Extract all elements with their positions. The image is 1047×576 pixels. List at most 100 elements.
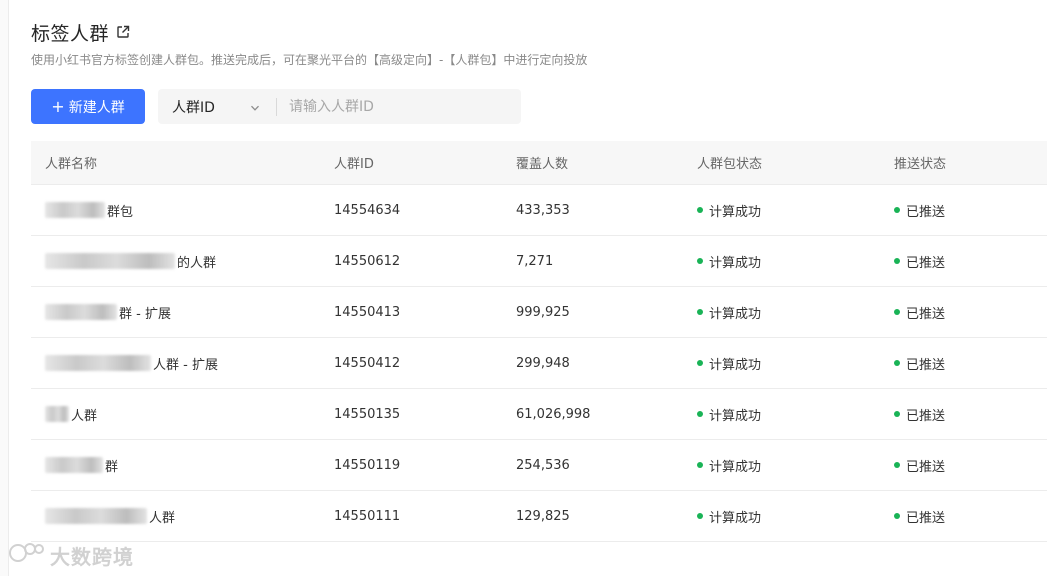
cell-coverage: 61,026,998 bbox=[516, 406, 591, 422]
filter-select[interactable]: 人群ID bbox=[158, 89, 276, 124]
column-header-coverage: 覆盖人数 bbox=[516, 157, 569, 172]
audience-name: 人群 bbox=[149, 510, 176, 526]
push-status: 已推送 bbox=[894, 201, 1047, 220]
audience-id-search-input[interactable] bbox=[277, 89, 521, 124]
cell-name: 群 bbox=[31, 455, 321, 475]
watermark-logo-icon bbox=[8, 540, 46, 570]
cell-push-status: 已推送 bbox=[882, 456, 1047, 475]
new-audience-button-label: 新建人群 bbox=[68, 99, 125, 116]
table-header: 人群名称 人群ID 覆盖人数 人群包状态 推送状态 bbox=[31, 141, 1047, 185]
cell-coverage: 433,353 bbox=[516, 202, 570, 218]
watermark: 大数跨境 bbox=[8, 540, 134, 570]
success-dot-icon bbox=[894, 360, 900, 366]
cell-push-status: 已推送 bbox=[882, 252, 1047, 271]
column-header-name: 人群名称 bbox=[45, 157, 98, 172]
success-dot-icon bbox=[894, 258, 900, 264]
cell-id: 14550413 bbox=[334, 304, 401, 320]
cell-name: 人群 - 扩展 bbox=[31, 353, 321, 373]
push-status: 已推送 bbox=[894, 303, 1047, 322]
column-header-pack-status: 人群包状态 bbox=[697, 157, 763, 172]
push-status: 已推送 bbox=[894, 456, 1047, 475]
plus-icon: + bbox=[51, 96, 65, 116]
cell-name: 人群 bbox=[31, 404, 321, 424]
table-row[interactable]: 群 - 扩展 14550413 999,925 计算成功 已推送 bbox=[31, 287, 1047, 338]
search-group: 人群ID bbox=[158, 89, 521, 124]
cell-pack-status: 计算成功 bbox=[683, 354, 882, 373]
cell-name: 群 - 扩展 bbox=[31, 302, 321, 322]
cell-id: 14550119 bbox=[334, 457, 401, 473]
cell-pack-status: 计算成功 bbox=[683, 507, 882, 526]
success-dot-icon bbox=[697, 258, 703, 264]
pack-status: 计算成功 bbox=[697, 405, 882, 424]
pack-status: 计算成功 bbox=[697, 252, 882, 271]
pack-status: 计算成功 bbox=[697, 303, 882, 322]
cell-coverage: 129,825 bbox=[516, 508, 570, 524]
cell-name: 人群 bbox=[31, 506, 321, 526]
table-row[interactable]: 人群 14550135 61,026,998 计算成功 已推送 bbox=[31, 389, 1047, 440]
column-header-push-status: 推送状态 bbox=[894, 157, 947, 172]
pack-status-text: 计算成功 bbox=[709, 306, 762, 322]
success-dot-icon bbox=[697, 411, 703, 417]
redacted-text bbox=[45, 253, 175, 269]
cell-coverage: 299,948 bbox=[516, 355, 570, 371]
audience-name: 人群 bbox=[71, 408, 98, 424]
audience-name: 群 - 扩展 bbox=[119, 306, 171, 322]
name-cell: 群 - 扩展 bbox=[45, 302, 321, 322]
table-row[interactable]: 人群 - 扩展 14550412 299,948 计算成功 已推送 bbox=[31, 338, 1047, 389]
table-row[interactable]: 人群 14550111 129,825 计算成功 已推送 bbox=[31, 491, 1047, 542]
audience-table: 人群名称 人群ID 覆盖人数 人群包状态 推送状态 群包 14554634 43… bbox=[31, 141, 1047, 542]
pack-status-text: 计算成功 bbox=[709, 204, 762, 220]
audience-name: 的人群 bbox=[177, 255, 217, 271]
redacted-text bbox=[45, 202, 105, 218]
cell-id: 14554634 bbox=[334, 202, 401, 218]
push-status: 已推送 bbox=[894, 507, 1047, 526]
cell-name: 的人群 bbox=[31, 251, 321, 271]
table-row[interactable]: 的人群 14550612 7,271 计算成功 已推送 bbox=[31, 236, 1047, 287]
success-dot-icon bbox=[894, 462, 900, 468]
cell-push-status: 已推送 bbox=[882, 405, 1047, 424]
audience-name: 群 bbox=[105, 459, 119, 475]
name-cell: 的人群 bbox=[45, 251, 321, 271]
watermark-text: 大数跨境 bbox=[50, 544, 134, 569]
success-dot-icon bbox=[697, 207, 703, 213]
redacted-text bbox=[45, 457, 103, 473]
new-audience-button[interactable]: + 新建人群 bbox=[31, 89, 145, 124]
name-cell: 人群 - 扩展 bbox=[45, 353, 321, 373]
cell-id: 14550135 bbox=[334, 406, 401, 422]
pack-status: 计算成功 bbox=[697, 456, 882, 475]
audience-name: 人群 - 扩展 bbox=[153, 357, 218, 373]
name-cell: 群包 bbox=[45, 200, 321, 220]
external-link-icon[interactable] bbox=[115, 24, 131, 40]
pack-status: 计算成功 bbox=[697, 507, 882, 526]
success-dot-icon bbox=[697, 462, 703, 468]
page: 标签人群 使用小红书官方标签创建人群包。推送完成后，可在聚光平台的【高级定向】-… bbox=[0, 0, 1047, 576]
cell-pack-status: 计算成功 bbox=[683, 303, 882, 322]
redacted-text bbox=[45, 355, 151, 371]
cell-push-status: 已推送 bbox=[882, 201, 1047, 220]
cell-push-status: 已推送 bbox=[882, 354, 1047, 373]
cell-id: 14550111 bbox=[334, 508, 401, 524]
pack-status-text: 计算成功 bbox=[709, 255, 762, 271]
left-nav-edge bbox=[0, 0, 9, 576]
pack-status: 计算成功 bbox=[697, 201, 882, 220]
cell-pack-status: 计算成功 bbox=[683, 405, 882, 424]
cell-push-status: 已推送 bbox=[882, 303, 1047, 322]
cell-push-status: 已推送 bbox=[882, 507, 1047, 526]
table-row[interactable]: 群 14550119 254,536 计算成功 已推送 bbox=[31, 440, 1047, 491]
push-status: 已推送 bbox=[894, 354, 1047, 373]
success-dot-icon bbox=[894, 411, 900, 417]
name-cell: 群 bbox=[45, 455, 321, 475]
redacted-text bbox=[45, 508, 147, 524]
cell-coverage: 999,925 bbox=[516, 304, 570, 320]
name-cell: 人群 bbox=[45, 506, 321, 526]
name-cell: 人群 bbox=[45, 404, 321, 424]
push-status-text: 已推送 bbox=[906, 408, 946, 424]
cell-coverage: 7,271 bbox=[516, 253, 554, 269]
pack-status-text: 计算成功 bbox=[709, 408, 762, 424]
table-row[interactable]: 群包 14554634 433,353 计算成功 已推送 bbox=[31, 185, 1047, 236]
success-dot-icon bbox=[894, 513, 900, 519]
title-row: 标签人群 bbox=[31, 18, 131, 46]
cell-coverage: 254,536 bbox=[516, 457, 570, 473]
filter-select-value: 人群ID bbox=[172, 99, 215, 116]
cell-pack-status: 计算成功 bbox=[683, 201, 882, 220]
